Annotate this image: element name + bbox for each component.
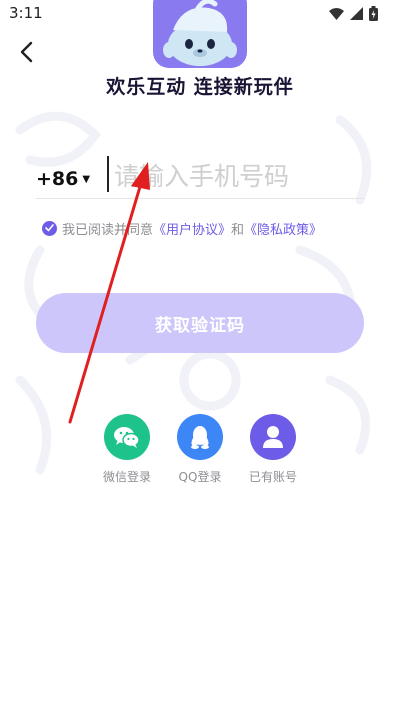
privacy-policy-link[interactable]: 《隐私政策》	[244, 219, 322, 238]
wechat-login-button[interactable]: 微信登录	[97, 414, 157, 485]
mascot-logo	[153, 0, 247, 68]
qq-icon	[177, 414, 223, 460]
qq-login-label: QQ登录	[178, 470, 222, 484]
wifi-icon	[329, 7, 344, 20]
status-time: 3:11	[9, 4, 43, 22]
user-agreement-link[interactable]: 《用户协议》	[153, 219, 231, 238]
checkmark-icon	[45, 224, 54, 232]
country-code-label: +86	[36, 168, 79, 190]
existing-account-button[interactable]: 已有账号	[243, 414, 303, 485]
page-title: 欢乐互动 连接新玩伴	[106, 76, 294, 98]
wechat-icon	[104, 414, 150, 460]
dropdown-caret-icon: ▼	[82, 173, 91, 185]
back-button[interactable]	[12, 38, 40, 66]
text-cursor	[107, 156, 109, 192]
phone-number-input[interactable]	[112, 157, 366, 195]
agreement-and: 和	[231, 222, 245, 238]
chevron-left-icon	[20, 41, 33, 63]
user-icon	[250, 414, 296, 460]
country-code-selector[interactable]: +86 ▼	[36, 168, 90, 190]
cellular-signal-icon	[350, 7, 363, 20]
existing-account-label: 已有账号	[248, 470, 297, 484]
agreement-checkbox[interactable]	[42, 220, 57, 236]
phone-input-row: +86 ▼	[36, 152, 366, 199]
status-icons	[329, 6, 378, 21]
agreement-prefix: 我已阅读并同意	[62, 222, 154, 238]
background-doodles	[15, 111, 372, 475]
qq-login-button[interactable]: QQ登录	[170, 414, 230, 485]
get-code-button[interactable]: 获取验证码	[36, 293, 364, 353]
wechat-login-label: 微信登录	[102, 470, 151, 484]
battery-icon	[369, 6, 378, 21]
agreement-row: 我已阅读并同意 《用户协议》 和 《隐私政策》	[42, 218, 372, 238]
